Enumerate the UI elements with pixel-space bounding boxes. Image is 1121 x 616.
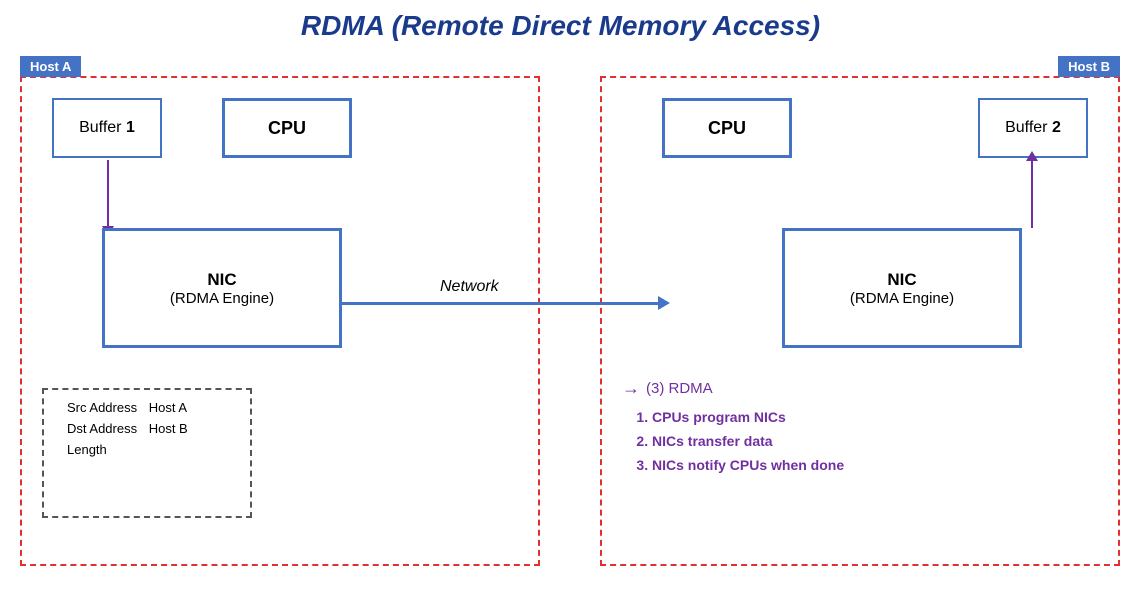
rdma-header-text: (3) RDMA [646,380,713,397]
network-arrow-line: Network [340,302,660,305]
nic-a-box: NIC (RDMA Engine) [102,228,342,348]
rdma-step-3: NICs notify CPUs when done [652,457,1112,473]
buffer1-box: Buffer 1 [52,98,162,158]
wqe-len-label: Length [67,442,107,457]
nic-a-sub: (RDMA Engine) [170,290,274,307]
nic-a-title: NIC [207,270,236,290]
rdma-arrow-icon: → [622,378,640,399]
wqe-dst-row: Dst Address Host B [59,421,235,436]
host-b-label: Host B [1058,56,1120,77]
diagram-area: Host A Buffer 1 CPU NIC (RDMA Engine) [20,54,1101,584]
wqe-dst-label: Dst Address [67,421,137,436]
cpu-b-box: CPU [662,98,792,158]
nic-b-sub: (RDMA Engine) [850,290,954,307]
host-a-container: Host A Buffer 1 CPU NIC (RDMA Engine) [20,76,540,566]
nic-b-box: NIC (RDMA Engine) [782,228,1022,348]
cpu-b-label: CPU [708,118,746,139]
rdma-step-header: → (3) RDMA [622,378,1112,399]
rdma-step-2: NICs transfer data [652,433,1112,449]
host-b-container: Host B CPU Buffer 2 NIC (RDMA Engine) [600,76,1120,566]
network-label: Network [440,278,499,296]
main-title: RDMA (Remote Direct Memory Access) [20,10,1101,42]
wqe-src-label: Src Address [67,400,137,415]
wqe-dst-value: Host B [149,421,188,436]
rdma-info: → (3) RDMA CPUs program NICs NICs transf… [622,378,1112,481]
buffer1-label: Buffer 1 [79,119,135,137]
wqe-box: Src Address Host A Dst Address Host B Le… [42,388,252,518]
network-arrow-container: Network [340,302,660,305]
page: RDMA (Remote Direct Memory Access) Host … [0,0,1121,616]
wqe-src-row: Src Address Host A [59,400,235,415]
rdma-step-1: CPUs program NICs [652,409,1112,425]
rdma-list: CPUs program NICs NICs transfer data NIC… [622,409,1112,473]
arrow-buffer1-to-nic [107,160,109,228]
wqe-src-value: Host A [149,400,187,415]
host-a-label: Host A [20,56,81,77]
nic-b-title: NIC [887,270,916,290]
arrow-nicb-to-buffer2 [1031,160,1033,228]
cpu-a-box: CPU [222,98,352,158]
buffer2-label: Buffer 2 [1005,119,1061,137]
wqe-len-row: Length [59,442,235,457]
cpu-a-label: CPU [268,118,306,139]
buffer2-box: Buffer 2 [978,98,1088,158]
